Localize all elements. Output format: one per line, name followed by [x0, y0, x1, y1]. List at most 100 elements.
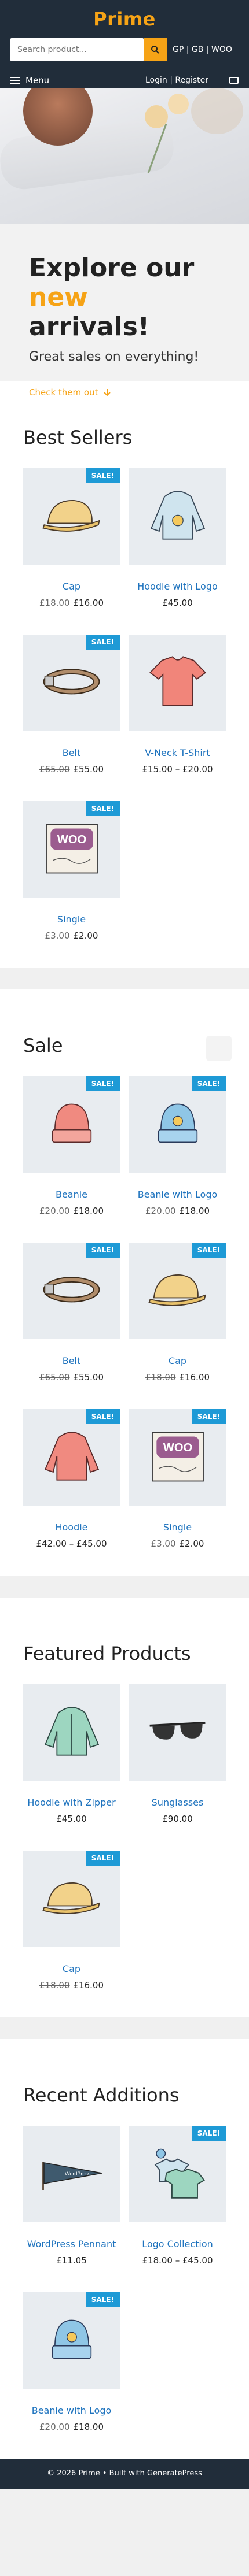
- logo-collection-icon: [144, 2143, 211, 2206]
- product-name-link[interactable]: Hoodie with Logo: [129, 581, 226, 592]
- old-price: £3.00: [45, 931, 70, 941]
- old-price: £20.00: [39, 1206, 70, 1216]
- product-card[interactable]: SALE! Hoodie £42.00 – £45.00: [23, 1409, 120, 1549]
- old-price: £65.00: [39, 764, 70, 774]
- hero-title-accent: new: [29, 283, 88, 313]
- menu-label: Menu: [25, 75, 50, 86]
- product-image[interactable]: WordPress: [23, 2126, 120, 2222]
- hero: Explore our new arrivals! Great sales on…: [0, 88, 249, 398]
- product-image[interactable]: SALE!: [23, 2292, 120, 2389]
- hoodie-zip-icon: [40, 1702, 104, 1763]
- product-card[interactable]: SALE! Logo Collection £18.00 – £45.00: [129, 2126, 226, 2266]
- product-image[interactable]: SALE!: [129, 2126, 226, 2222]
- product-card[interactable]: SALE! Belt £65.00 £55.00: [23, 1243, 120, 1382]
- product-card[interactable]: SALE! Beanie with Logo £20.00 £18.00: [23, 2292, 120, 2432]
- product-name-link[interactable]: Cap: [23, 581, 120, 592]
- product-name-link[interactable]: Belt: [23, 1355, 120, 1366]
- product-name-link[interactable]: Single: [129, 1522, 226, 1533]
- product-grid: SALE! Cap £18.00 £16.00 Hoodie with Logo £45.…: [23, 468, 226, 968]
- sale-badge: SALE!: [191, 1409, 226, 1424]
- product-price: £20.00 £18.00: [23, 1206, 120, 1216]
- current-price: £18.00: [73, 1206, 104, 1216]
- menu-button[interactable]: Menu: [10, 75, 49, 86]
- product-image[interactable]: SALE!: [23, 1851, 120, 1947]
- product-name-link[interactable]: Sunglasses: [129, 1797, 226, 1808]
- search-icon: [151, 46, 159, 54]
- product-card[interactable]: WordPress WordPress Pennant £11.05: [23, 2126, 120, 2266]
- product-card[interactable]: SALE! Beanie £20.00 £18.00: [23, 1076, 120, 1216]
- product-name-link[interactable]: Beanie with Logo: [23, 2405, 120, 2416]
- product-name-link[interactable]: Cap: [23, 1963, 120, 1974]
- sunglasses-icon: [144, 1709, 211, 1756]
- product-image[interactable]: [129, 635, 226, 731]
- product-card[interactable]: SALE! Cap £18.00 £16.00: [129, 1243, 226, 1382]
- product-image[interactable]: [129, 1684, 226, 1781]
- product-name-link[interactable]: Beanie with Logo: [129, 1189, 226, 1200]
- product-name-link[interactable]: Cap: [129, 1355, 226, 1366]
- product-card[interactable]: SALE! Belt £65.00 £55.00: [23, 635, 120, 774]
- arrow-down-icon: [104, 389, 111, 396]
- sale-badge: SALE!: [191, 2126, 226, 2141]
- cap-icon: [40, 494, 104, 539]
- sale-badge: SALE!: [85, 801, 120, 816]
- sale-badge: SALE!: [85, 635, 120, 650]
- product-card[interactable]: WOO SALE! Single £3.00 £2.00: [129, 1409, 226, 1549]
- nav-row: Menu Login | Register: [10, 75, 239, 86]
- product-card[interactable]: Hoodie with Logo £45.00: [129, 468, 226, 608]
- section-title: Sale: [23, 1035, 63, 1057]
- login-register-link[interactable]: Login | Register: [145, 76, 208, 85]
- search-input[interactable]: [10, 38, 144, 61]
- product-price: £65.00 £55.00: [23, 1372, 120, 1382]
- product-card[interactable]: Hoodie with Zipper £45.00: [23, 1684, 120, 1824]
- product-image[interactable]: SALE!: [23, 1409, 120, 1506]
- product-name-link[interactable]: Hoodie with Zipper: [23, 1797, 120, 1808]
- product-price: £15.00 – £20.00: [129, 764, 226, 774]
- product-price: £20.00 £18.00: [129, 1206, 226, 1216]
- scroll-to-top-button[interactable]: [206, 1036, 232, 1061]
- currency-switcher[interactable]: GP | GB | WOO: [173, 45, 232, 54]
- product-card[interactable]: V-Neck T-Shirt £15.00 – £20.00: [129, 635, 226, 774]
- sale-badge: SALE!: [85, 1851, 120, 1866]
- product-image[interactable]: SALE!: [23, 1076, 120, 1173]
- product-name-link[interactable]: Belt: [23, 747, 120, 758]
- product-image[interactable]: [129, 468, 226, 565]
- product-image[interactable]: SALE!: [23, 1243, 120, 1339]
- product-price: £18.00 £16.00: [129, 1372, 226, 1382]
- product-name-link[interactable]: V-Neck T-Shirt: [129, 747, 226, 758]
- product-card[interactable]: Sunglasses £90.00: [129, 1684, 226, 1824]
- section-title: Featured Products: [23, 1643, 191, 1665]
- cap-icon: [146, 1269, 210, 1313]
- belt-icon: [38, 1267, 105, 1314]
- product-image[interactable]: [23, 1684, 120, 1781]
- product-name-link[interactable]: Hoodie: [23, 1522, 120, 1533]
- current-price: £11.05: [56, 2255, 87, 2266]
- current-price: £16.00: [179, 1372, 210, 1382]
- product-image[interactable]: WOO SALE!: [129, 1409, 226, 1506]
- single-icon: WOO: [40, 819, 104, 880]
- product-name-link[interactable]: WordPress Pennant: [23, 2238, 120, 2249]
- current-price: £18.00: [179, 1206, 210, 1216]
- product-name-link[interactable]: Logo Collection: [129, 2238, 226, 2249]
- product-grid: SALE! Beanie £20.00 £18.00 SALE! Beanie with …: [23, 1076, 226, 1576]
- hoodie-logo-icon: [146, 486, 210, 547]
- product-grid: WordPress WordPress Pennant £11.05 SALE! Log…: [23, 2126, 226, 2459]
- product-name-link[interactable]: Single: [23, 914, 120, 925]
- product-price: £3.00 £2.00: [23, 931, 120, 941]
- product-card[interactable]: SALE! Cap £18.00 £16.00: [23, 1851, 120, 1991]
- product-image[interactable]: SALE!: [129, 1076, 226, 1173]
- product-card[interactable]: WOO SALE! Single £3.00 £2.00: [23, 801, 120, 941]
- product-image[interactable]: SALE!: [23, 635, 120, 731]
- search-button[interactable]: [144, 38, 167, 61]
- product-image[interactable]: WOO SALE!: [23, 801, 120, 898]
- site-logo[interactable]: Prime: [10, 8, 239, 30]
- product-card[interactable]: SALE! Cap £18.00 £16.00: [23, 468, 120, 608]
- product-name-link[interactable]: Beanie: [23, 1189, 120, 1200]
- product-image[interactable]: SALE!: [129, 1243, 226, 1339]
- old-price: £20.00: [145, 1206, 176, 1216]
- product-card[interactable]: SALE! Beanie with Logo £20.00 £18.00: [129, 1076, 226, 1216]
- product-price: £20.00 £18.00: [23, 2422, 120, 2432]
- product-image[interactable]: SALE!: [23, 468, 120, 565]
- cart-icon[interactable]: [229, 77, 239, 84]
- cap-icon: [40, 1877, 104, 1921]
- current-price: £15.00 – £20.00: [142, 764, 213, 774]
